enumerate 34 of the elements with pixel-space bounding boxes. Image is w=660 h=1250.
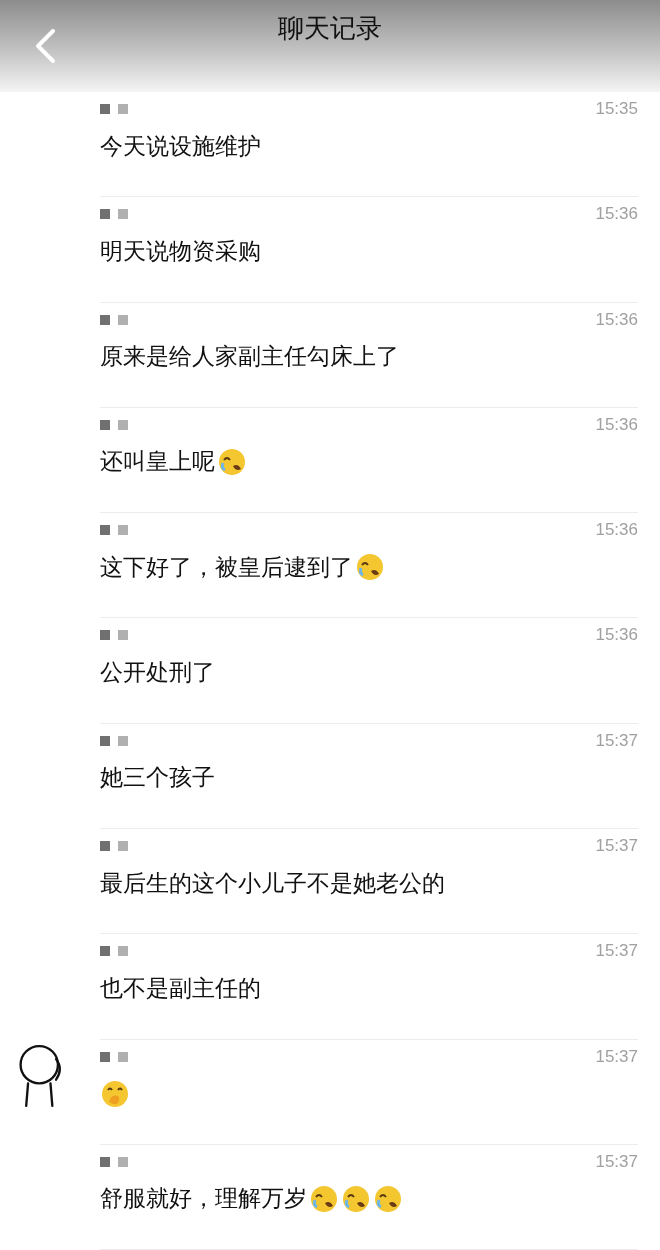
message-text: 最后生的这个小儿子不是她老公的 [100, 868, 445, 898]
message-time: 15:36 [595, 309, 638, 330]
message-text: 今天说设施维护 [100, 131, 261, 161]
header-title: 聊天记录 [278, 11, 382, 45]
censored-name-icon [100, 630, 128, 641]
message-time: 15:37 [595, 836, 638, 857]
back-icon[interactable] [33, 28, 57, 64]
censored-name-icon [100, 419, 128, 430]
message-text: 明天说物资采购 [100, 236, 261, 266]
message-text: 公开处刑了 [100, 658, 215, 687]
message-time: 15:36 [595, 414, 638, 435]
censored-name-icon [100, 946, 128, 957]
censored-name-icon [100, 209, 128, 220]
message-text: 也不是副主任的 [100, 973, 261, 1003]
message-time: 15:37 [595, 1046, 638, 1067]
censored-name-icon [100, 735, 128, 746]
message-text: 这下好了，被皇后逮到了 [100, 552, 353, 582]
censored-name-icon [100, 1051, 128, 1062]
message-time: 15:37 [595, 730, 638, 751]
message-time: 15:37 [595, 1151, 638, 1172]
message-time: 15:36 [595, 625, 638, 646]
message-text: 原来是给人家副主任勾床上了 [100, 342, 399, 372]
message-time: 15:37 [595, 941, 638, 962]
censored-name-icon [100, 314, 128, 325]
message-time: 15:36 [595, 520, 638, 541]
message-text: 舒服就好，理解万岁 [100, 1184, 307, 1214]
message-time: 15:35 [595, 99, 638, 119]
message-time: 15:36 [595, 204, 638, 225]
censored-name-icon [100, 525, 128, 536]
message-text: 还叫皇上呢 [100, 447, 215, 477]
censored-name-icon [100, 1156, 128, 1167]
censored-name-icon [100, 841, 128, 852]
censored-name-icon [100, 104, 128, 114]
message-text: 她三个孩子 [100, 763, 215, 793]
